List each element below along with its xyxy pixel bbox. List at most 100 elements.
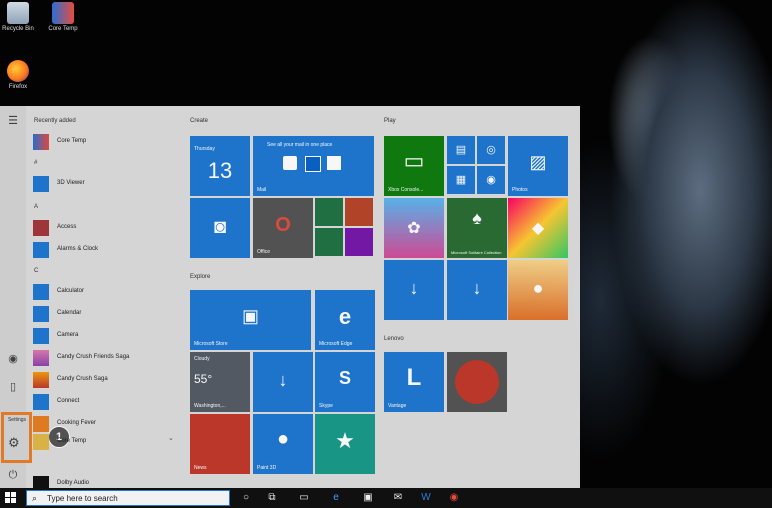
app-item-3d-viewer[interactable]: 3D Viewer (33, 174, 173, 194)
camera-icon (33, 328, 49, 344)
app-item-access[interactable]: Access (33, 218, 173, 238)
tile-keyboard-app[interactable] (447, 352, 507, 412)
core-temp-icon (52, 2, 74, 24)
documents-icon[interactable]: ▯ (6, 380, 20, 394)
app-label: Core Temp (57, 438, 87, 444)
group-title-create[interactable]: Create (190, 118, 208, 124)
tile-microsoft-edge[interactable]: e Microsoft Edge (315, 290, 375, 350)
tile-download-1[interactable]: ↓ (384, 260, 444, 320)
section-header-hash[interactable]: # (34, 160, 37, 166)
app-item-cooking-fever[interactable]: Cooking Fever (33, 414, 173, 434)
tile-photos[interactable]: ▨ Photos (508, 136, 568, 196)
app-label: Calculator (57, 288, 85, 294)
app-label: Alarms & Clock (57, 246, 99, 252)
connect-icon (33, 394, 49, 410)
tile-candy-crush[interactable]: ◆ (508, 198, 568, 258)
office-icon: O (275, 214, 291, 236)
app-item-candy-crush-friends[interactable]: Candy Crush Friends Saga (33, 348, 173, 368)
weather-temperature: 55° (194, 372, 213, 386)
paint-drop-icon: ● (276, 428, 290, 450)
tile-paint-3d[interactable]: ● Paint 3D (253, 414, 313, 474)
hamburger-menu-icon[interactable]: ☰ (6, 114, 20, 128)
tile-vantage[interactable]: L Vantage (384, 352, 444, 412)
desktop-icon-firefox[interactable]: Firefox (0, 60, 38, 90)
tile-webcam[interactable]: ◉ (477, 166, 505, 194)
task-view-icon[interactable]: ⧉ (266, 492, 278, 504)
tile-download-2[interactable]: ↓ (447, 260, 507, 320)
section-header-a[interactable]: A (34, 204, 38, 210)
tile-cooking-fever[interactable]: ● (508, 260, 568, 320)
file-explorer-icon[interactable]: ▭ (298, 492, 310, 504)
cortana-icon[interactable]: ○ (240, 492, 252, 504)
google-icon (283, 156, 297, 170)
word-taskbar-icon[interactable]: W (420, 492, 432, 504)
chrome-taskbar-icon[interactable]: ◉ (448, 492, 460, 504)
tile-weather[interactable]: Cloudy 55° Washington,... (190, 352, 250, 412)
calendar-icon (33, 306, 49, 322)
tile-excel[interactable] (315, 198, 343, 226)
taskbar: ⌕ Type here to search ○ ⧉ ▭ e ▣ ✉ W ◉ (0, 488, 772, 508)
alarm-clock-icon (33, 242, 49, 258)
music-disc-icon: ◎ (486, 144, 496, 156)
recycle-bin-icon (7, 2, 29, 24)
app-item-core-temp[interactable]: Core Temp (33, 132, 173, 152)
mail-taskbar-icon[interactable]: ✉ (392, 492, 404, 504)
tile-camera[interactable]: ◙ (190, 198, 250, 258)
tile-office[interactable]: O Office (253, 198, 313, 258)
tile-mail[interactable]: See all your mail in one place Mail (253, 136, 374, 196)
tile-calculator[interactable]: ▦ (447, 166, 475, 194)
tile-download-3[interactable]: ↓ (253, 352, 313, 412)
tile-solitaire[interactable]: ♠ Microsoft Solitaire Collection (447, 198, 507, 258)
core-temp-icon (33, 134, 49, 150)
tile-movies[interactable]: ▤ (447, 136, 475, 164)
app-label: 3D Viewer (57, 180, 85, 186)
tile-star-app[interactable]: ★ (315, 414, 375, 474)
user-account-icon[interactable]: ◉ (6, 352, 20, 366)
tile-skype[interactable]: S Skype (315, 352, 375, 412)
edge-icon: e (338, 304, 352, 329)
chevron-down-icon[interactable]: ⌄ (168, 434, 174, 442)
tile-powerpoint[interactable] (345, 198, 373, 226)
taskbar-search-box[interactable]: ⌕ Type here to search (26, 490, 230, 506)
search-icon: ⌕ (32, 493, 38, 503)
desktop-icon-label: Core Temp (48, 26, 78, 32)
tile-onenote[interactable] (345, 228, 373, 256)
section-header-c[interactable]: C (34, 268, 38, 274)
app-item-calendar[interactable]: Calendar (33, 304, 173, 324)
photos-label: Photos (512, 187, 528, 193)
app-item-core-temp-folder[interactable]: Core Temp (33, 432, 173, 452)
tile-groove[interactable]: ◎ (477, 136, 505, 164)
app-item-candy-crush[interactable]: Candy Crush Saga (33, 370, 173, 390)
candy-friends-icon: ✿ (407, 220, 421, 237)
app-item-alarms-clock[interactable]: Alarms & Clock (33, 240, 173, 260)
windows-start-icon[interactable] (5, 492, 17, 504)
gear-icon: ⚙ (8, 435, 20, 450)
mail-text: See all your mail in one place (267, 142, 333, 148)
store-taskbar-icon[interactable]: ▣ (362, 492, 374, 504)
tile-xbox[interactable]: ▭ Xbox Console... (384, 136, 444, 196)
tile-news[interactable]: News (190, 414, 250, 474)
desktop-icon-recycle-bin[interactable]: Recycle Bin (0, 2, 38, 32)
edge-taskbar-icon[interactable]: e (330, 492, 342, 504)
group-title-explore[interactable]: Explore (190, 274, 210, 280)
app-item-calculator[interactable]: Calculator (33, 282, 173, 302)
tile-calendar[interactable]: Thursday 13 (190, 136, 250, 196)
skype-icon: S (338, 368, 351, 388)
group-title-play[interactable]: Play (384, 118, 396, 124)
tile-candy-crush-friends[interactable]: ✿ (384, 198, 444, 258)
news-label: News (194, 465, 207, 471)
group-title-lenovo[interactable]: Lenovo (384, 336, 404, 342)
app-label: Connect (57, 398, 80, 404)
burger-icon: ● (532, 278, 544, 298)
app-item-camera[interactable]: Camera (33, 326, 173, 346)
search-placeholder: Type here to search (47, 494, 118, 503)
tile-excel-2[interactable] (315, 228, 343, 256)
tile-microsoft-store[interactable]: ▣ Microsoft Store (190, 290, 311, 350)
outlook-icon (305, 156, 321, 172)
power-icon[interactable]: ⏻ (6, 468, 20, 482)
app-label: Core Temp (57, 138, 87, 144)
star-icon: ★ (335, 428, 355, 453)
app-item-connect[interactable]: Connect (33, 392, 173, 412)
access-icon (33, 220, 49, 236)
desktop-icon-core-temp[interactable]: Core Temp (43, 2, 83, 32)
